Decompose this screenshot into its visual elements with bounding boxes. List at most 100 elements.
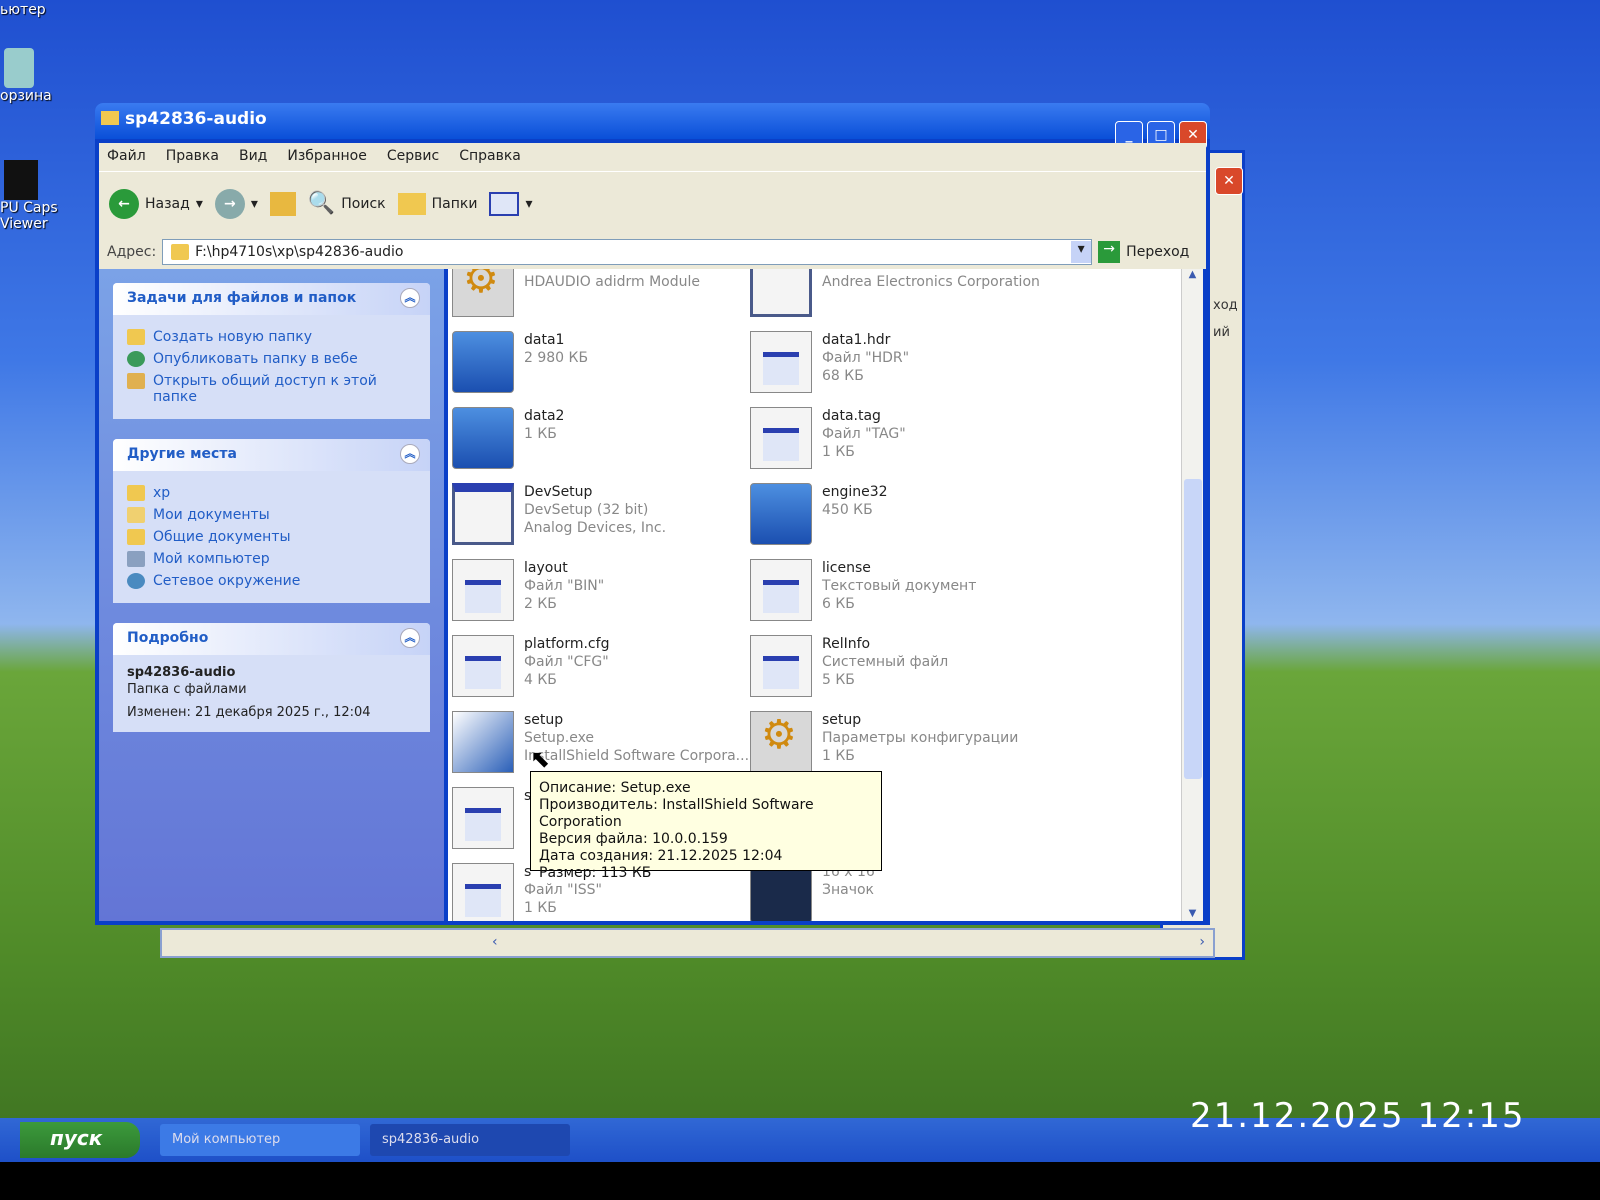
- collapse-icon[interactable]: ︽: [400, 628, 420, 648]
- file-item[interactable]: data1 2 980 КБ: [452, 331, 752, 403]
- collapse-icon[interactable]: ︽: [400, 288, 420, 308]
- file-l1: Системный файл: [822, 654, 949, 670]
- place-network[interactable]: Сетевое окружение: [127, 573, 416, 589]
- place-xp[interactable]: xp: [127, 485, 416, 501]
- views-icon: [489, 191, 520, 216]
- menu-favorites[interactable]: Избранное: [287, 148, 367, 164]
- file-name: data2: [524, 408, 565, 424]
- collapse-icon[interactable]: ︽: [400, 444, 420, 464]
- file-name: platform.cfg: [524, 636, 610, 652]
- folders-label: Папки: [431, 195, 478, 212]
- file-item[interactable]: data1.hdr Файл "HDR" 68 КБ: [750, 331, 1050, 403]
- places-panel: Другие места ︽ xp Мои документы Общие док…: [113, 439, 430, 603]
- place-label: xp: [153, 485, 171, 501]
- computer-icon: [127, 551, 145, 567]
- forward-button[interactable]: → ▾: [214, 188, 258, 219]
- details-modified: Изменен: 21 декабря 2025 г., 12:04: [127, 705, 371, 720]
- file-item[interactable]: data2 1 КБ: [452, 407, 752, 479]
- scroll-thumb[interactable]: [1184, 479, 1202, 779]
- file-item[interactable]: license Текстовый документ 6 КБ: [750, 559, 1050, 631]
- file-text: data.tag Файл "TAG" 1 КБ: [822, 407, 906, 479]
- place-my-documents[interactable]: Мои документы: [127, 507, 416, 523]
- up-button[interactable]: [269, 191, 296, 216]
- menu-help[interactable]: Справка: [459, 148, 521, 164]
- file-item[interactable]: layout Файл "BIN" 2 КБ: [452, 559, 752, 631]
- file-l1: Файл "TAG": [822, 426, 906, 442]
- file-name: license: [822, 560, 871, 576]
- cab-file-icon: [452, 407, 514, 469]
- file-text: data1.hdr Файл "HDR" 68 КБ: [822, 331, 909, 403]
- desktop-icon-my-computer[interactable]: ьютер: [0, 2, 46, 18]
- details-name: sp42836-audio: [127, 665, 236, 680]
- place-my-computer[interactable]: Мой компьютер: [127, 551, 416, 567]
- taskbar-sp42836-audio[interactable]: sp42836-audio: [370, 1124, 570, 1156]
- menu-tools[interactable]: Сервис: [387, 148, 439, 164]
- taskbar-my-computer[interactable]: Мой компьютер: [160, 1124, 360, 1156]
- scroll-left-icon[interactable]: ‹: [492, 934, 498, 950]
- file-item[interactable]: engine32 450 КБ: [750, 483, 1050, 555]
- start-button[interactable]: пуск: [20, 1122, 140, 1158]
- gear-file-icon: [452, 269, 514, 317]
- menu-edit[interactable]: Правка: [166, 148, 219, 164]
- task-share-folder[interactable]: Открыть общий доступ к этой папке: [127, 373, 416, 405]
- address-input[interactable]: F:\hp4710s\xp\sp42836-audio ▾: [162, 239, 1093, 265]
- tooltip-description: Описание: Setup.exe: [539, 780, 691, 796]
- inst-file-icon: [452, 711, 514, 773]
- background-text: ий: [1213, 325, 1230, 340]
- file-name: setup: [822, 712, 862, 728]
- file-item[interactable]: AEEnableAndrea Electronics Corporation: [750, 269, 1050, 327]
- scroll-up-icon[interactable]: ▲: [1182, 269, 1203, 280]
- file-l1: Параметры конфигурации: [822, 730, 1019, 746]
- vertical-scrollbar[interactable]: ▲ ▼: [1181, 269, 1203, 921]
- file-l1: DevSetup (32 bit): [524, 502, 649, 518]
- tasks-panel: Задачи для файлов и папок ︽ Создать новую…: [113, 283, 430, 419]
- desktop-icon-caps-viewer[interactable]: PU Caps Viewer: [0, 160, 70, 232]
- photo-timestamp: 21.12.2025 12:15: [1190, 1096, 1526, 1136]
- panel-title: Другие места: [127, 446, 237, 462]
- tasks-panel-header[interactable]: Задачи для файлов и папок ︽: [113, 283, 430, 315]
- task-pane: Задачи для файлов и папок ︽ Создать новую…: [99, 269, 444, 921]
- file-item[interactable]: platform.cfg Файл "CFG" 4 КБ: [452, 635, 752, 707]
- tooltip-size: Размер: 113 КБ: [539, 865, 652, 881]
- details-panel-header[interactable]: Подробно ︽: [113, 623, 430, 655]
- screen-bezel: [0, 1162, 1600, 1200]
- forward-arrow-icon: →: [214, 188, 245, 219]
- file-text: AEEnableAndrea Electronics Corporation: [822, 269, 1040, 327]
- file-text: DevSetup DevSetup (32 bit) Analog Devices,…: [524, 483, 666, 555]
- desktop-icon-label: орзина: [0, 88, 52, 104]
- file-item[interactable]: DevSetup DevSetup (32 bit) Analog Devices,…: [452, 483, 752, 555]
- doc-file-icon: [452, 559, 514, 621]
- search-button[interactable]: 🔍 Поиск: [308, 191, 386, 216]
- tooltip-company: Производитель: InstallShield Software Co…: [539, 797, 814, 830]
- file-text: 6.0.7200.0HDAUDIO adidrm Module: [524, 269, 700, 327]
- menu-view[interactable]: Вид: [239, 148, 267, 164]
- back-button[interactable]: ← Назад ▾: [109, 188, 203, 219]
- file-l1: Файл "ISS": [524, 882, 602, 898]
- place-label: Мои документы: [153, 507, 270, 523]
- file-item[interactable]: RelInfo Системный файл 5 КБ: [750, 635, 1050, 707]
- menu-bar: Файл Правка Вид Избранное Сервис Справка: [99, 143, 1206, 171]
- scroll-down-icon[interactable]: ▼: [1182, 908, 1203, 919]
- file-l2: Значок: [822, 882, 875, 898]
- back-label: Назад: [145, 195, 190, 212]
- go-button[interactable]: → Переход: [1098, 241, 1189, 263]
- menu-file[interactable]: Файл: [107, 148, 146, 164]
- background-close-button[interactable]: ✕: [1215, 167, 1243, 195]
- scroll-right-icon[interactable]: ›: [1199, 934, 1205, 950]
- task-new-folder[interactable]: Создать новую папку: [127, 329, 416, 345]
- desktop-icon-recycle-bin[interactable]: орзина: [0, 48, 52, 104]
- address-dropdown-icon[interactable]: ▾: [1071, 241, 1092, 263]
- folders-button[interactable]: Папки: [397, 192, 478, 215]
- file-item[interactable]: data.tag Файл "TAG" 1 КБ: [750, 407, 1050, 479]
- places-panel-header[interactable]: Другие места ︽: [113, 439, 430, 471]
- task-label: Опубликовать папку в вебе: [153, 351, 358, 367]
- place-shared-documents[interactable]: Общие документы: [127, 529, 416, 545]
- views-button[interactable]: ▾: [489, 191, 533, 216]
- file-item[interactable]: 6.0.7200.0HDAUDIO adidrm Module: [452, 269, 752, 327]
- task-publish-web[interactable]: Опубликовать папку в вебе: [127, 351, 416, 367]
- file-text: platform.cfg Файл "CFG" 4 КБ: [524, 635, 609, 707]
- place-label: Мой компьютер: [153, 551, 270, 567]
- horizontal-scrollbar[interactable]: ‹ ›: [160, 928, 1215, 958]
- title-bar[interactable]: sp42836-audio: [95, 103, 1210, 139]
- app-icon: [4, 160, 38, 200]
